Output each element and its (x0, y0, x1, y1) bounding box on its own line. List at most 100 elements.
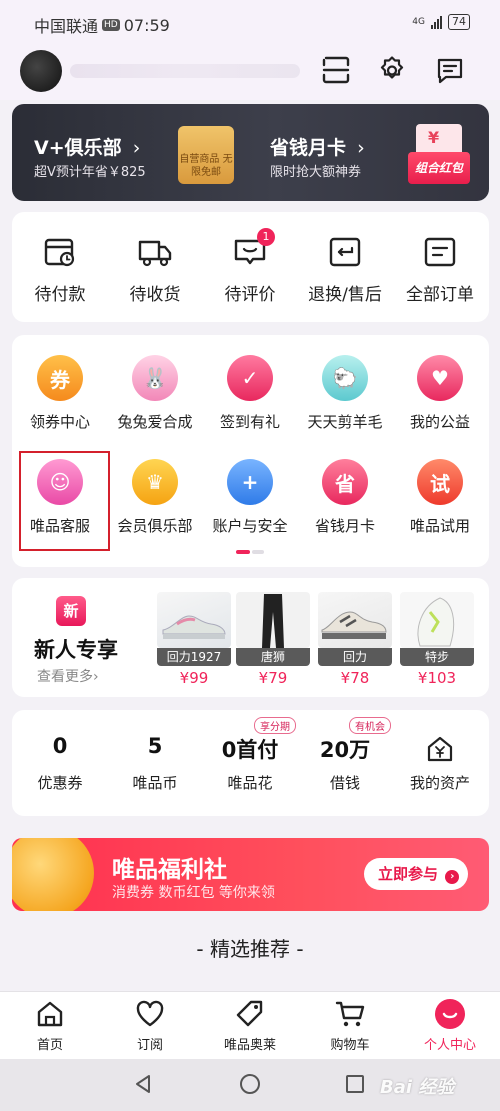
sign-in-reward[interactable]: ✓ 签到有礼 (201, 355, 299, 432)
service-label: 账户与安全 (212, 517, 288, 535)
asset-label: 借钱 (329, 774, 360, 792)
order-pending-payment[interactable]: 待付款 (14, 234, 106, 305)
list-icon (424, 237, 456, 267)
arrow-right-icon: › (445, 870, 460, 884)
coin-icon (12, 838, 94, 911)
my-charity[interactable]: ♥ 我的公益 (391, 355, 489, 432)
crown-icon: ♛ (132, 459, 178, 505)
system-nav-bar: Bai 经验 (0, 1059, 500, 1111)
vip-club-title: V+俱乐部 (34, 137, 122, 159)
saving-card[interactable]: 省 省钱月卡 (296, 459, 394, 536)
tab-label: 唯品奥莱 (223, 1038, 276, 1053)
tab-outlet[interactable]: 唯品奥莱 (210, 998, 290, 1053)
tab-profile[interactable]: 个人中心 (410, 998, 490, 1053)
asset-my-assets[interactable]: 我的资产 (392, 734, 488, 793)
tab-home[interactable]: 首页 (10, 998, 90, 1053)
asset-value: 0 (52, 734, 68, 758)
recents-icon[interactable] (345, 1074, 365, 1094)
product-card[interactable]: 唐狮 ¥79 (236, 592, 310, 687)
message-icon[interactable] (434, 54, 466, 86)
asset-label: 唯品花 (227, 774, 273, 792)
review-count-badge: 1 (257, 228, 275, 246)
red-packet-icon[interactable]: ¥ 组合红包 (408, 124, 470, 184)
order-label: 待付款 (34, 285, 86, 305)
tag-icon (236, 1000, 263, 1027)
join-now-button[interactable]: 立即参与 › (364, 858, 468, 890)
carrier-name: 中国联通 (34, 17, 99, 36)
product-brand: 回力 (318, 648, 392, 666)
cart-icon (335, 1001, 365, 1027)
product-price: ¥99 (179, 669, 209, 687)
order-label: 退换/售后 (308, 285, 382, 305)
product-card[interactable]: 回力1927 ¥99 (157, 592, 231, 687)
truck-icon (138, 240, 172, 267)
order-all[interactable]: 全部订单 (394, 234, 486, 305)
heart-icon: ♥ (417, 355, 463, 401)
order-label: 待收货 (129, 285, 181, 305)
account-security[interactable]: + 账户与安全 (201, 459, 299, 536)
tab-cart[interactable]: 购物车 (310, 998, 390, 1053)
chance-tag: 有机会 (349, 717, 391, 734)
avatar[interactable] (20, 50, 62, 92)
sheep-icon: 🐑 (322, 355, 368, 401)
order-pending-delivery[interactable]: 待收货 (109, 234, 201, 305)
rabbit-game[interactable]: 🐰 兔兔爱合成 (106, 355, 204, 432)
heart-icon (136, 1000, 164, 1027)
tab-label: 个人中心 (423, 1038, 476, 1053)
asset-credit[interactable]: 0首付 唯品花 (202, 734, 298, 793)
order-pending-review[interactable]: 待评价 (204, 234, 296, 305)
chevron-right-icon: › (132, 137, 141, 159)
asset-loan[interactable]: 20万 借钱 (297, 734, 393, 793)
status-bar: 中国联通 HD 07:59 4G 74 (0, 0, 500, 46)
order-label: 待评价 (224, 285, 276, 305)
product-brand: 特步 (400, 648, 474, 666)
page-indicator (252, 550, 264, 554)
service-label: 唯品试用 (409, 517, 470, 535)
profile-icon (435, 999, 465, 1029)
signal-icon (431, 15, 442, 29)
gear-icon[interactable] (376, 54, 408, 86)
product-brand: 回力1927 (157, 648, 231, 666)
scan-icon[interactable] (320, 54, 352, 86)
monthly-card-entry[interactable]: 省钱月卡 › (270, 133, 365, 160)
asset-coupons[interactable]: 0 优惠券 (12, 734, 108, 793)
product-brand: 唐狮 (236, 648, 310, 666)
order-label: 全部订单 (406, 285, 474, 305)
asset-coins[interactable]: 5 唯品币 (107, 734, 203, 793)
join-now-label: 立即参与 (378, 865, 439, 883)
service-label: 我的公益 (409, 413, 470, 431)
home-circle-icon[interactable] (239, 1073, 261, 1095)
highlight-box (19, 451, 110, 551)
trial-icon: 试 (417, 459, 463, 505)
service-label: 会员俱乐部 (117, 517, 193, 535)
asset-label: 优惠券 (37, 774, 83, 792)
clock: 07:59 (123, 15, 170, 35)
welfare-banner[interactable]: 唯品福利社 消费券 数币红包 等你来领 立即参与 › (12, 838, 489, 911)
product-card[interactable]: 回力 ¥78 (318, 592, 392, 687)
page-indicator-active (236, 550, 250, 554)
recommend-heading: - 精选推荐 - (196, 937, 304, 961)
product-price: ¥79 (258, 669, 288, 687)
product-card[interactable]: 特步 ¥103 (400, 592, 474, 687)
member-club[interactable]: ♛ 会员俱乐部 (106, 459, 204, 536)
monthly-card-title: 省钱月卡 (270, 137, 347, 159)
view-more-link[interactable]: 查看更多› (37, 666, 99, 686)
back-icon[interactable] (132, 1073, 154, 1095)
coupon-center[interactable]: 券 领券中心 (11, 355, 109, 432)
house-yen-icon (427, 736, 453, 762)
wallet-clock-icon (44, 238, 75, 267)
rabbit-icon: 🐰 (132, 355, 178, 401)
sheep-game[interactable]: 🐑 天天剪羊毛 (296, 355, 394, 432)
redpack-label: 组合红包 (408, 152, 470, 184)
order-returns[interactable]: 退换/售后 (299, 234, 391, 305)
product-price: ¥78 (340, 669, 370, 687)
tab-subscribe[interactable]: 订阅 (110, 998, 190, 1053)
product-trial[interactable]: 试 唯品试用 (391, 459, 489, 536)
service-label: 天天剪羊毛 (307, 413, 383, 431)
vip-club-entry[interactable]: V+俱乐部 › (34, 133, 140, 160)
asset-label: 我的资产 (409, 774, 470, 792)
banner-subtitle: 消费券 数币红包 等你来领 (112, 885, 275, 901)
product-image (157, 592, 231, 648)
service-label: 领券中心 (29, 413, 90, 431)
status-left: 中国联通 HD 07:59 (34, 13, 170, 37)
